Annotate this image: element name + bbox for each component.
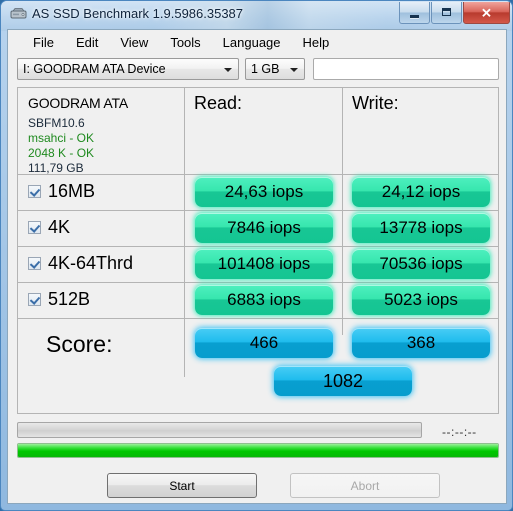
menu-help[interactable]: Help [292,32,341,53]
menu-tools[interactable]: Tools [159,32,211,53]
result-read-4k64thrd-value: 101408 iops [217,254,311,273]
chevron-down-icon [224,68,232,72]
result-read-512b: 6883 iops [195,285,333,315]
drive-alignment: 2048 K - OK [28,146,95,160]
grid-row-divider [18,246,498,247]
result-read-4k-value: 7846 iops [227,218,301,237]
grid-row-divider [18,282,498,283]
start-button-label: Start [169,478,195,493]
elapsed-timer: --:--:-- [442,425,477,439]
progress-bar-bottom [17,443,499,458]
window-controls: ✕ [398,2,510,24]
result-write-4k64thrd: 70536 iops [352,249,490,279]
result-write-16mb: 24,12 iops [352,177,490,207]
test-checkbox-4k[interactable] [28,221,41,234]
progress-bar-top [17,422,422,438]
drive-model: GOODRAM ATA [28,95,128,111]
menu-view[interactable]: View [109,32,159,53]
test-checkbox-4k64thrd[interactable] [28,257,41,270]
test-label-4k: 4K [48,217,71,237]
result-write-4k-value: 13778 iops [379,218,463,237]
progress-bar-bottom-fill [18,444,498,457]
score-total-value: 1082 [322,370,364,391]
result-read-16mb: 24,63 iops [195,177,333,207]
drive-info: GOODRAM ATA SBFM10.6 msahci - OK 2048 K … [28,95,178,176]
drive-capacity: 111,79 GB [28,161,84,175]
abort-button-label: Abort [350,478,380,493]
window-title: AS SSD Benchmark 1.9.5986.35387 [32,6,244,21]
minimize-icon [410,15,419,18]
result-write-4k64thrd-value: 70536 iops [379,254,463,273]
size-select-value: 1 GB [251,62,280,76]
titlebar: AS SSD Benchmark 1.9.5986.35387 ✕ [1,1,512,29]
grid-row-divider [18,210,498,211]
grid-divider-write [342,88,343,335]
selector-row: I: GOODRAM ATA Device 1 GB [17,58,499,80]
result-read-4k: 7846 iops [195,213,333,243]
result-write-16mb-value: 24,12 iops [381,182,461,201]
minimize-button[interactable] [399,2,430,24]
maximize-icon [442,8,451,16]
score-total: 1082 [274,366,412,396]
app-window: AS SSD Benchmark 1.9.5986.35387 ✕ File E… [0,0,513,511]
result-read-4k64thrd: 101408 iops [195,249,333,279]
menu-language[interactable]: Language [212,32,292,53]
column-header-read: Read: [194,93,243,113]
grid-divider-read [184,88,185,377]
client-area: File Edit View Tools Language Help I: GO… [7,29,507,504]
column-header-write: Write: [352,93,399,113]
drive-driver: msahci - OK [28,131,95,145]
results-grid: GOODRAM ATA SBFM10.6 msahci - OK 2048 K … [17,87,499,414]
menu-file[interactable]: File [22,32,65,53]
result-write-4k: 13778 iops [352,213,490,243]
test-checkbox-512b[interactable] [28,293,41,306]
result-read-512b-value: 6883 iops [227,290,301,309]
close-icon: ✕ [481,5,492,20]
chevron-down-icon [290,68,298,72]
maximize-button[interactable] [431,2,462,24]
test-label-4k64thrd: 4K-64Thrd [48,253,134,273]
menu-edit[interactable]: Edit [65,32,109,53]
abort-button: Abort [290,473,440,498]
score-label: Score: [46,331,113,357]
score-read-value: 466 [249,333,279,352]
score-read: 466 [195,328,333,358]
hard-drive-icon [10,8,27,19]
drive-select[interactable]: I: GOODRAM ATA Device [17,58,239,80]
start-button[interactable]: Start [107,473,257,498]
test-label-16mb: 16MB [48,181,96,201]
score-write: 368 [352,328,490,358]
drive-select-value: I: GOODRAM ATA Device [23,62,166,76]
test-checkbox-16mb[interactable] [28,185,41,198]
close-button[interactable]: ✕ [463,2,510,24]
copy-name-input[interactable] [313,58,499,80]
size-select[interactable]: 1 GB [245,58,305,80]
drive-firmware: SBFM10.6 [28,116,85,130]
result-write-512b: 5023 iops [352,285,490,315]
score-write-value: 368 [406,333,436,352]
grid-row-divider [18,318,498,319]
result-write-512b-value: 5023 iops [384,290,458,309]
result-read-16mb-value: 24,63 iops [224,182,304,201]
menubar: File Edit View Tools Language Help [8,30,506,54]
test-label-512b: 512B [48,289,91,309]
